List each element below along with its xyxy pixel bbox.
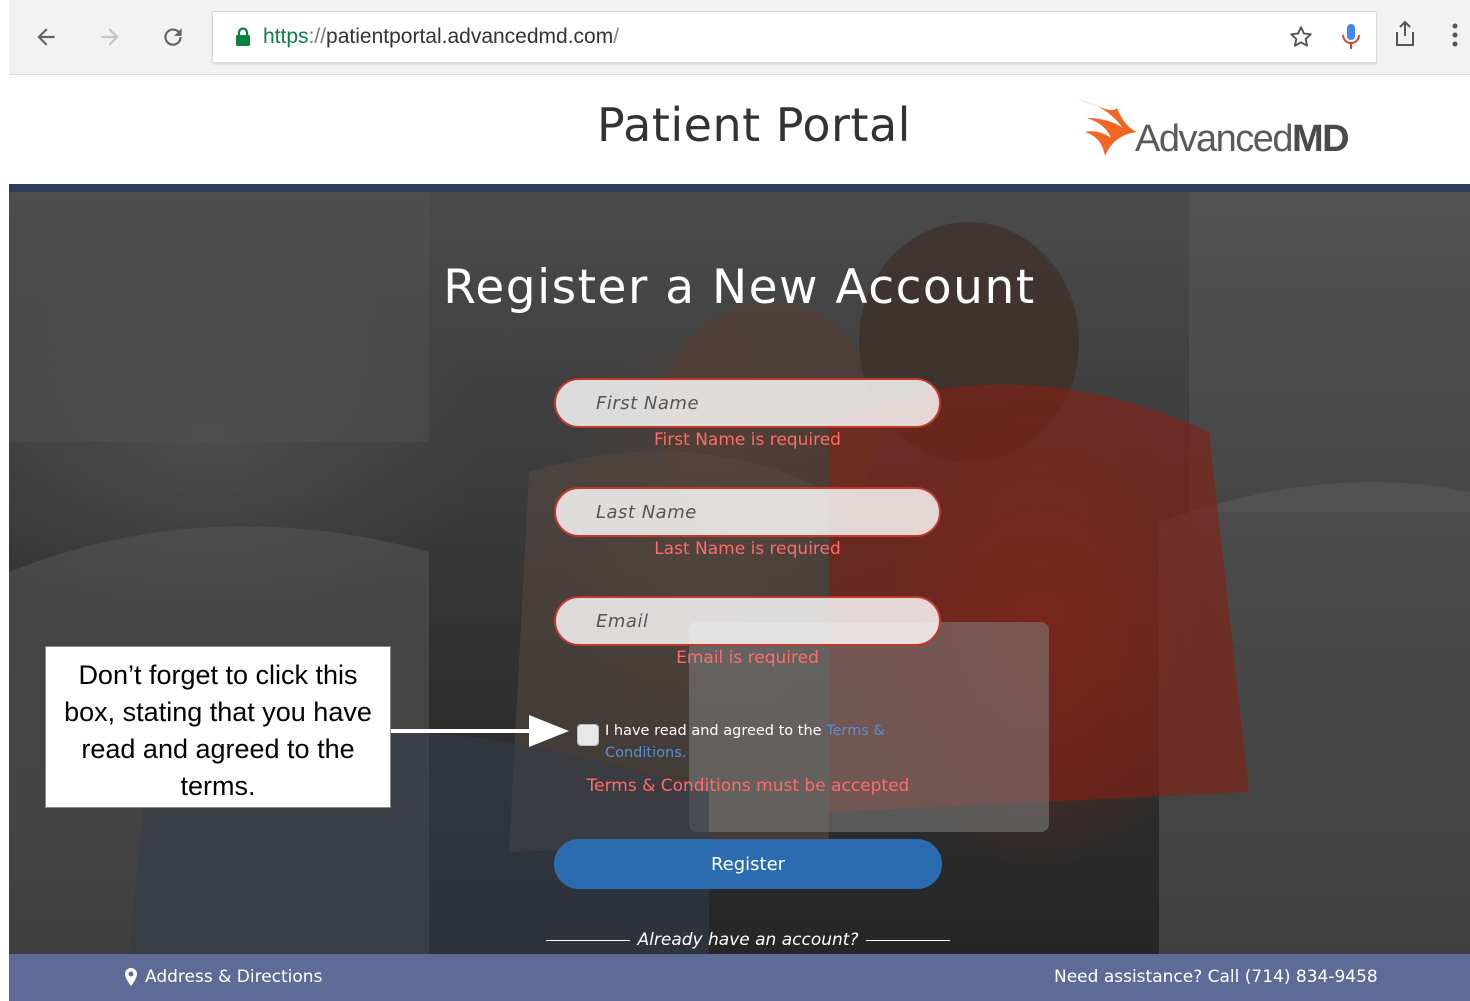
share-icon[interactable]: [1393, 20, 1417, 52]
divider-line-left: [545, 939, 630, 941]
url-text: https://patientportal.advancedmd.com/: [263, 25, 620, 48]
lock-icon: [235, 27, 251, 51]
terms-label: I have read and agreed to the Terms & Co…: [605, 723, 885, 761]
email-input[interactable]: [556, 598, 939, 644]
first-name-field[interactable]: [554, 378, 941, 428]
footer: Address & Directions Need assistance? Ca…: [9, 954, 1470, 1001]
callout-box: Don’t forget to click this box, stating …: [45, 646, 391, 808]
address-directions-label: Address & Directions: [145, 967, 323, 987]
map-pin-icon: [125, 968, 137, 986]
page-title: Patient Portal: [597, 98, 911, 152]
email-error: Email is required: [676, 648, 819, 668]
address-directions-link[interactable]: Address & Directions: [125, 967, 322, 987]
divider-line-right: [866, 939, 951, 941]
mic-icon[interactable]: [1340, 22, 1362, 56]
terms-error: Terms & Conditions must be accepted: [586, 776, 910, 796]
callout-arrow-icon: [391, 715, 569, 747]
star-icon[interactable]: [1288, 24, 1314, 54]
assistance-phone[interactable]: Need assistance? Call (714) 834-9458: [1054, 967, 1378, 987]
last-name-input[interactable]: [556, 489, 939, 535]
email-field[interactable]: [554, 596, 941, 646]
already-have-account-link[interactable]: Already have an account?: [638, 930, 859, 950]
form-title: Register a New Account: [443, 260, 1036, 315]
advancedmd-logo[interactable]: AdvancedMD: [1077, 98, 1377, 168]
header-divider: [9, 184, 1470, 192]
browser-toolbar: https://patientportal.advancedmd.com/: [9, 0, 1470, 75]
forward-icon[interactable]: [93, 20, 127, 54]
menu-icon[interactable]: [1451, 22, 1459, 52]
last-name-error: Last Name is required: [654, 539, 841, 559]
logo-text: AdvancedMD: [1135, 118, 1350, 160]
site-header: Patient Portal AdvancedMD: [9, 76, 1470, 184]
back-icon[interactable]: [29, 20, 63, 54]
last-name-field[interactable]: [554, 487, 941, 537]
terms-checkbox[interactable]: [577, 724, 599, 746]
already-have-account[interactable]: Already have an account?: [544, 930, 952, 950]
register-button[interactable]: Register: [554, 839, 942, 889]
registration-hero: Register a New Account First Name is req…: [9, 192, 1470, 954]
logo-bird-icon: [1079, 100, 1137, 156]
first-name-error: First Name is required: [654, 430, 841, 450]
first-name-input[interactable]: [556, 380, 939, 426]
address-bar[interactable]: https://patientportal.advancedmd.com/: [212, 11, 1377, 63]
reload-icon[interactable]: [156, 20, 190, 54]
